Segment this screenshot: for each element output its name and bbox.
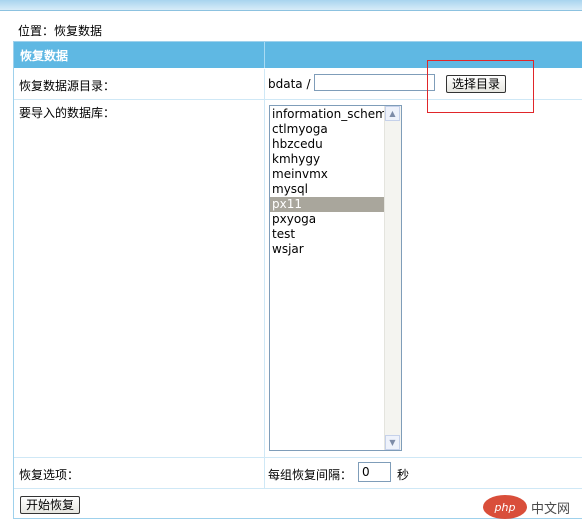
database-option[interactable]: ctlmyoga <box>270 122 385 137</box>
column-divider <box>264 69 265 99</box>
options-label: 恢复选项： <box>19 468 80 482</box>
watermark-text: 中文网 <box>530 501 570 517</box>
listbox-scrollbar[interactable]: ▲ ▼ <box>384 106 401 450</box>
database-option[interactable]: hbzcedu <box>270 137 385 152</box>
import-db-label: 要导入的数据库： <box>19 106 116 120</box>
database-listbox[interactable]: information_schema ctlmyoga hbzcedu kmhygy m… <box>269 105 402 451</box>
options-row: 恢复选项： 每组恢复间隔： 秒 <box>14 458 582 489</box>
header-divider <box>264 42 265 68</box>
database-option[interactable]: wsjar <box>270 242 385 257</box>
database-option[interactable]: information_schema <box>270 107 385 122</box>
database-option[interactable]: px11 <box>270 197 385 212</box>
database-option[interactable]: pxyoga <box>270 212 385 227</box>
highlight-box <box>427 60 534 113</box>
database-option[interactable]: kmhygy <box>270 152 385 167</box>
dir-prefix: bdata / <box>268 77 311 91</box>
php-logo-icon: php <box>482 495 527 519</box>
column-divider <box>264 458 265 488</box>
breadcrumb: 位置：恢复数据 <box>18 24 103 38</box>
import-db-row: 要导入的数据库： information_schema ctlmyoga hbzce… <box>14 100 582 458</box>
column-divider <box>264 100 265 457</box>
interval-unit: 秒 <box>397 468 410 482</box>
start-restore-button[interactable]: 开始恢复 <box>20 496 81 514</box>
watermark: php 中文网 <box>482 492 570 522</box>
interval-input[interactable] <box>358 462 391 482</box>
source-dir-input[interactable] <box>314 74 435 91</box>
scroll-up-arrow-icon[interactable]: ▲ <box>385 106 400 121</box>
database-option[interactable]: mysql <box>270 182 385 197</box>
panel-title: 恢复数据 <box>20 49 69 63</box>
interval-label: 每组恢复间隔： <box>268 468 353 482</box>
database-option[interactable]: meinvmx <box>270 167 385 182</box>
database-option[interactable]: test <box>270 227 385 242</box>
scroll-down-arrow-icon[interactable]: ▼ <box>385 435 400 450</box>
database-list: information_schema ctlmyoga hbzcedu kmhygy m… <box>270 107 385 257</box>
source-dir-label: 恢复数据源目录： <box>19 79 116 93</box>
top-bar <box>0 0 582 11</box>
